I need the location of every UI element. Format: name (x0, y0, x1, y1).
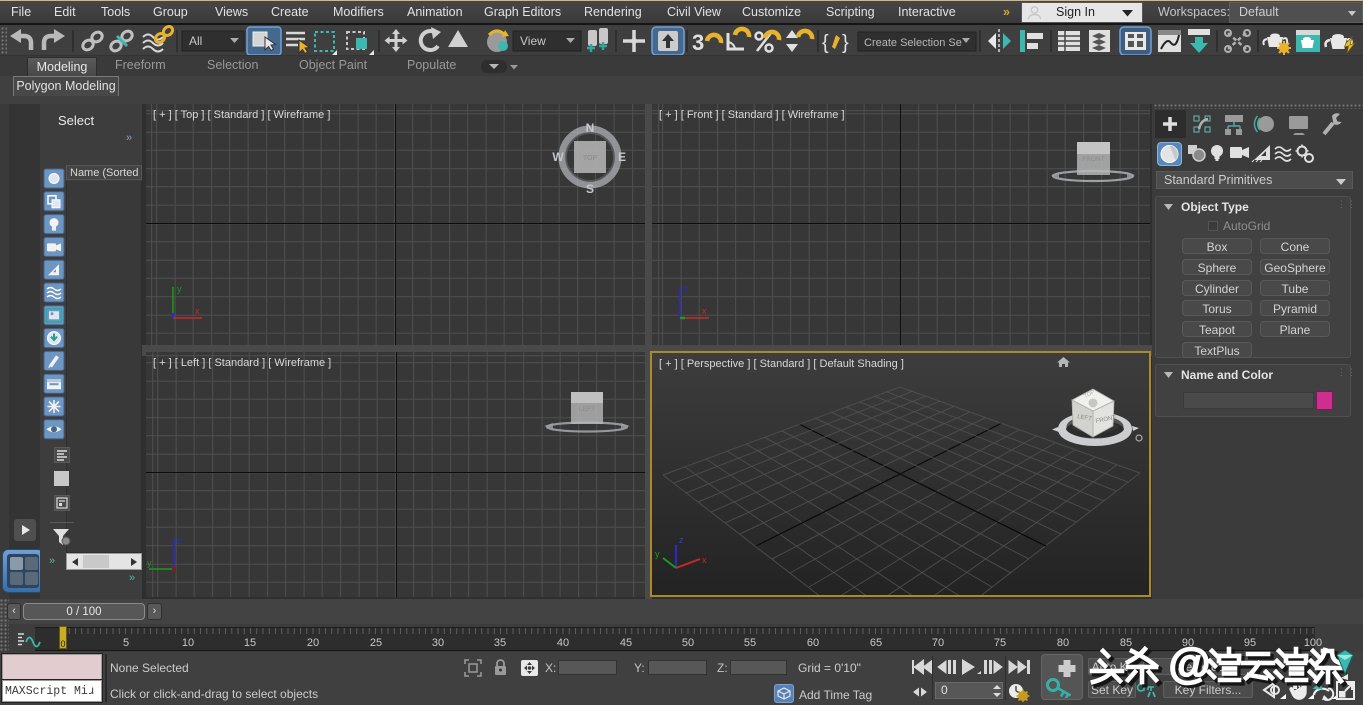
svg-text:z: z (679, 535, 684, 545)
svg-text:30: 30 (432, 637, 444, 649)
svg-text:z: z (684, 284, 689, 294)
svg-text:View: View (520, 34, 546, 48)
svg-text:S: S (586, 182, 594, 196)
svg-text:LEFT: LEFT (579, 406, 595, 413)
svg-text:N: N (586, 121, 595, 135)
svg-text:z: z (177, 536, 182, 546)
svg-text:x: x (702, 555, 707, 565)
svg-text:x: x (702, 306, 707, 316)
svg-text:10: 10 (182, 637, 194, 649)
svg-text:20: 20 (307, 637, 319, 649)
svg-text:TOP: TOP (583, 155, 598, 162)
svg-text:W: W (552, 150, 564, 164)
svg-text:y: y (655, 549, 660, 559)
svg-text:75: 75 (994, 637, 1006, 649)
svg-text:40: 40 (557, 637, 569, 649)
svg-text:FRONT: FRONT (1082, 156, 1104, 163)
svg-text:x: x (195, 306, 200, 316)
svg-text:15: 15 (244, 637, 256, 649)
svg-text:50: 50 (682, 637, 694, 649)
svg-text:@: @ (1169, 644, 1211, 688)
svg-text:60: 60 (807, 637, 819, 649)
svg-text:80: 80 (1057, 637, 1069, 649)
svg-text:E: E (618, 150, 626, 164)
svg-text:25: 25 (370, 637, 382, 649)
svg-text:}: } (842, 32, 849, 54)
svg-text:y: y (147, 558, 152, 568)
svg-text:3: 3 (692, 30, 704, 55)
svg-text:35: 35 (494, 637, 506, 649)
svg-text:70: 70 (932, 637, 944, 649)
svg-text:Create Selection Se: Create Selection Se (864, 37, 962, 49)
svg-text:y: y (177, 284, 182, 294)
svg-text:45: 45 (620, 637, 632, 649)
svg-text:5: 5 (123, 637, 129, 649)
svg-text:65: 65 (870, 637, 882, 649)
svg-text:55: 55 (744, 637, 756, 649)
svg-text:{: { (822, 32, 829, 54)
svg-text:All: All (189, 34, 202, 48)
